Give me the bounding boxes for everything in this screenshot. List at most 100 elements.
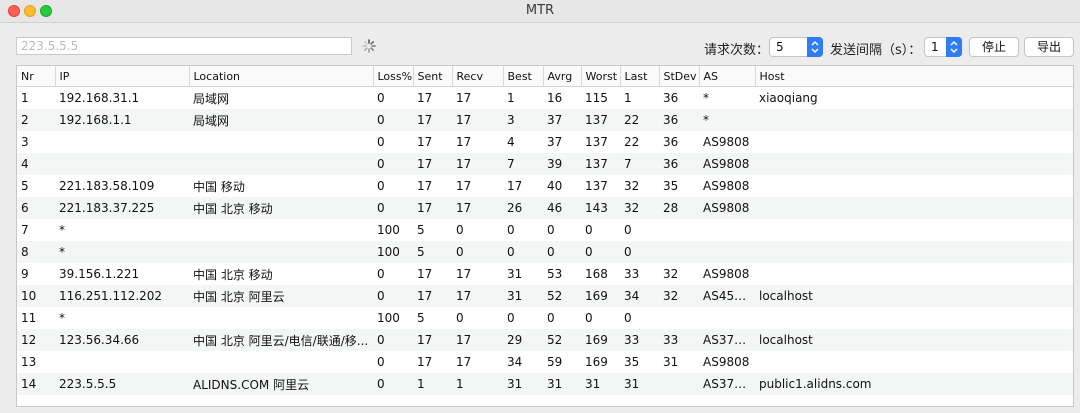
count-stepper-arrows[interactable] — [807, 37, 823, 57]
cell-avrg: 37 — [543, 109, 581, 131]
column-header-best[interactable]: Best — [503, 66, 544, 87]
column-header-stdev[interactable]: StDev — [659, 66, 700, 87]
stop-button[interactable]: 停止 — [969, 37, 1019, 57]
interval-stepper-arrows[interactable] — [946, 37, 962, 57]
cell-nr: 2 — [17, 109, 55, 131]
cell-ip: 39.156.1.221 — [59, 267, 140, 281]
cell-last: 33 — [620, 329, 659, 351]
cell-stdev: 32 — [659, 285, 699, 307]
export-button[interactable]: 导出 — [1024, 37, 1074, 57]
cell-as: AS9808 — [699, 153, 755, 175]
target-input[interactable] — [16, 37, 352, 55]
column-header-sent[interactable]: Sent — [413, 66, 453, 87]
cell-host: localhost — [755, 285, 1073, 307]
cell-worst: 137 — [585, 179, 608, 193]
cell-best: 1 — [507, 91, 515, 105]
cell-location: 中国 北京 阿里云 — [189, 285, 373, 307]
cell-recv: 0 — [456, 311, 464, 325]
table-row[interactable]: 4 0 17 17 7 39 137 7 36 AS9808 — [17, 153, 1073, 175]
interval-stepper[interactable]: 1 — [924, 37, 962, 57]
cell-last: 22 — [624, 135, 640, 149]
cell-ip: 192.168.31.1 — [59, 91, 140, 105]
cell-avrg: 31 — [543, 373, 581, 395]
cell-nr: 14 — [17, 373, 55, 395]
title-bar: MTR — [0, 0, 1080, 23]
cell-last: 32 — [620, 197, 659, 219]
cell-location — [189, 241, 373, 263]
cell-host — [755, 241, 1073, 263]
cell-best: 31 — [507, 267, 523, 281]
cell-host — [755, 351, 1073, 373]
column-header-loss[interactable]: Loss% — [373, 66, 414, 87]
cell-loss: 0 — [373, 109, 413, 131]
cell-avrg: 16 — [547, 91, 563, 105]
cell-ip: 223.5.5.5 — [55, 373, 189, 395]
cell-sent: 17 — [417, 267, 433, 281]
cell-recv: 17 — [452, 285, 503, 307]
column-header-last[interactable]: Last — [620, 66, 660, 87]
cell-sent: 17 — [413, 329, 452, 351]
cell-as: * — [699, 109, 755, 131]
cell-last: 33 — [624, 267, 640, 281]
table-row[interactable]: 11 * 100 5 0 0 0 0 0 — [17, 307, 1073, 329]
cell-last: 34 — [620, 285, 659, 307]
cell-recv: 17 — [452, 109, 503, 131]
cell-best: 31 — [503, 373, 543, 395]
table-row[interactable]: 2 192.168.1.1 局域网 0 17 17 3 37 137 22 36 * — [17, 109, 1073, 131]
column-header-worst[interactable]: Worst — [581, 66, 621, 87]
count-value: 5 — [776, 40, 784, 54]
cell-last: 7 — [620, 153, 659, 175]
cell-recv: 17 — [456, 355, 472, 369]
cell-nr: 1 — [21, 91, 29, 105]
table-row[interactable]: 10 116.251.112.202 中国 北京 阿里云 0 17 17 31 52 169 34… — [17, 285, 1073, 307]
table-row[interactable]: 3 0 17 17 4 37 137 22 36 AS9808 — [17, 131, 1073, 153]
cell-location — [189, 351, 373, 373]
cell-worst: 169 — [581, 329, 620, 351]
column-header-location[interactable]: Location — [189, 66, 374, 87]
table-row[interactable]: 12 123.56.34.66 中国 北京 阿里云/电信/联通/移... 0 17 17 2… — [17, 329, 1073, 351]
cell-ip — [55, 131, 189, 153]
cell-ip: 221.183.37.225 — [55, 197, 189, 219]
cell-last: 1 — [624, 91, 632, 105]
table-row[interactable]: 1 192.168.31.1 局域网 0 17 17 1 16 115 1 36 * xiaoqiang — [17, 87, 1073, 110]
cell-loss: 0 — [377, 135, 385, 149]
cell-avrg: 52 — [543, 285, 581, 307]
column-header-host[interactable]: Host — [755, 66, 1073, 87]
cell-worst: 137 — [581, 109, 620, 131]
cell-avrg: 0 — [547, 311, 555, 325]
cell-location — [189, 153, 373, 175]
table-row[interactable]: 8 * 100 5 0 0 0 0 0 — [17, 241, 1073, 263]
cell-worst: 137 — [585, 135, 608, 149]
cell-ip — [55, 351, 189, 373]
column-header-as[interactable]: AS — [699, 66, 756, 87]
count-stepper[interactable]: 5 — [769, 37, 823, 57]
table-row[interactable]: 7 * 100 5 0 0 0 0 0 — [17, 219, 1073, 241]
cell-avrg: 52 — [543, 329, 581, 351]
cell-sent: 17 — [417, 179, 433, 193]
results-table[interactable]: Nr IP Location Loss% Sent Recv Best Avrg Worst La… — [16, 65, 1074, 407]
cell-as: AS9808 — [699, 197, 755, 219]
window-title: MTR — [525, 3, 555, 18]
interval-value: 1 — [931, 40, 939, 54]
column-header-nr[interactable]: Nr — [17, 66, 56, 87]
cell-ip: * — [55, 241, 189, 263]
table-row[interactable]: 14 223.5.5.5 ALIDNS.COM 阿里云 0 1 1 31 31 31 31 AS37… — [17, 373, 1073, 395]
cell-best: 4 — [507, 135, 515, 149]
cell-stdev: 35 — [663, 179, 679, 193]
table-row[interactable]: 5 221.183.58.109 中国 移动 0 17 17 17 40 137 32 35 AS98… — [17, 175, 1073, 197]
cell-stdev: 36 — [659, 153, 699, 175]
cell-loss: 0 — [377, 91, 385, 105]
cell-as — [699, 241, 755, 263]
column-header-avrg[interactable]: Avrg — [543, 66, 582, 87]
cell-stdev: 36 — [663, 135, 679, 149]
column-header-ip[interactable]: IP — [55, 66, 190, 87]
cell-sent: 1 — [413, 373, 452, 395]
cell-best: 17 — [507, 179, 523, 193]
table-row[interactable]: 6 221.183.37.225 中国 北京 移动 0 17 17 26 46 143 32 28 A… — [17, 197, 1073, 219]
table-row[interactable]: 13 0 17 17 34 59 169 35 31 AS9808 — [17, 351, 1073, 373]
column-header-recv[interactable]: Recv — [452, 66, 504, 87]
cell-recv: 17 — [452, 153, 503, 175]
cell-sent: 17 — [417, 91, 433, 105]
table-row[interactable]: 9 39.156.1.221 中国 北京 移动 0 17 17 31 53 168 33 32 AS9… — [17, 263, 1073, 285]
cell-as — [699, 219, 755, 241]
